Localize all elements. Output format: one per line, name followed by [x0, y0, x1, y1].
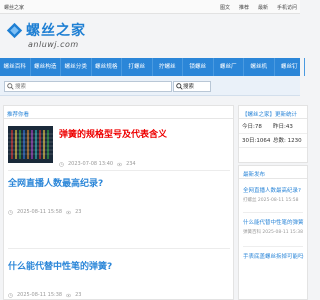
top-link-mobile[interactable]: 手机访问 [277, 4, 297, 11]
latest-item-title: 手表底盖螺丝拆掉可能吗 [243, 254, 304, 260]
stat-yesterday: 昨日:43 [273, 124, 293, 130]
article-date: 2025-08-11 15:58 [17, 209, 63, 215]
stats-heading: 【螺丝之家】更新统计 [239, 106, 307, 119]
search-input[interactable]: 搜索 [4, 81, 172, 92]
nav-item-screw-machine[interactable]: 螺丝机 [244, 58, 275, 76]
latest-item-meta: 打螺丝 2025-08-11 15:58 [243, 198, 299, 203]
latest-item[interactable]: 全网直播人数最高纪录? 打螺丝 2025-08-11 15:58 [243, 186, 301, 203]
clock-icon [8, 292, 13, 298]
article-views: 23 [75, 209, 82, 215]
latest-item-title: 全网直播人数最高纪录? [243, 188, 301, 194]
featured-date: 2023-07-08 13:40 [68, 161, 114, 167]
article-date: 2025-08-11 15:38 [17, 292, 63, 298]
eye-icon [66, 293, 72, 297]
nav-item-screw-factory[interactable]: 螺丝厂 [214, 58, 244, 76]
article-title[interactable]: 什么能代替中性笔的弹簧? [8, 259, 112, 272]
stats-panel: 【螺丝之家】更新统计 今日:78 昨日:43 30日:1064 总数: 1230 [238, 105, 308, 163]
search-button-icon [176, 83, 183, 90]
divider [243, 212, 303, 213]
eye-icon [117, 162, 123, 166]
featured-article-title[interactable]: 弹簧的规格型号及代表含义 [59, 127, 167, 140]
search-button-label: 搜索 [183, 84, 195, 90]
site-name: 螺丝之家 [4, 5, 25, 11]
nav-item-screw-types[interactable]: 螺丝分类 [61, 58, 92, 76]
article-views: 23 [75, 292, 82, 298]
site-logo[interactable]: 螺丝之家 anluwj.com [4, 18, 104, 54]
featured-article-meta: 2023-07-08 13:40 234 [59, 161, 136, 167]
stat-today: 今日:78 [242, 124, 262, 130]
divider [8, 170, 230, 171]
stats-row: 今日:78 昨日:43 [239, 120, 307, 134]
search-bar: 搜索 搜索 [0, 76, 300, 96]
article-title[interactable]: 全网直播人数最高纪录? [8, 176, 103, 189]
latest-item[interactable]: 什么能代替中性笔的弹簧 弹簧百科 2025-08-11 15:38 [243, 218, 304, 235]
nav-item-lock-screw[interactable]: 锁螺丝 [183, 58, 214, 76]
featured-views: 234 [126, 161, 136, 167]
latest-item[interactable]: 手表底盖螺丝拆掉可能吗 [243, 252, 304, 260]
latest-item-title: 什么能代替中性笔的弹簧 [243, 220, 304, 226]
nav-item-screw-structure[interactable]: 螺丝构造 [31, 58, 61, 76]
stats-row: 30日:1064 总数: 1230 [239, 134, 307, 148]
divider [8, 248, 230, 249]
featured-thumbnail[interactable] [8, 126, 53, 163]
clock-icon [59, 161, 64, 167]
logo-name: 螺丝之家 [26, 23, 86, 39]
top-links: 图文 推荐 最新 手机访问 [220, 4, 297, 11]
search-icon [7, 83, 14, 90]
divider [243, 246, 303, 247]
clock-icon [8, 209, 13, 215]
latest-heading: 最新发布 [239, 166, 307, 179]
latest-item-meta: 弹簧百科 2025-08-11 15:38 [243, 230, 303, 235]
nav-item-screw-nail[interactable]: 螺丝钉 [275, 58, 305, 76]
search-button[interactable]: 搜索 [173, 81, 211, 92]
eye-icon [66, 210, 72, 214]
springs-image [8, 126, 53, 163]
logo-screw-icon [6, 22, 23, 39]
article-meta: 2025-08-11 15:38 23 [8, 292, 81, 298]
article-meta: 2025-08-11 15:58 23 [8, 209, 81, 215]
top-link-images[interactable]: 图文 [220, 4, 230, 11]
top-link-latest[interactable]: 最新 [258, 4, 268, 11]
nav-item-screw-wiki[interactable]: 螺丝百科 [0, 58, 31, 76]
top-bar: 螺丝之家 图文 推荐 最新 手机访问 [0, 0, 300, 14]
nav-item-twist-screw[interactable]: 拧螺丝 [153, 58, 183, 76]
stats-table: 今日:78 昨日:43 30日:1064 总数: 1230 [239, 120, 307, 148]
stat-30-days: 30日:1064 [242, 138, 271, 144]
nav-item-drive-screw[interactable]: 打螺丝 [122, 58, 153, 76]
stat-total: 总数: 1230 [273, 138, 302, 144]
top-link-recommend[interactable]: 推荐 [239, 4, 249, 11]
recommend-panel: 推荐你看 弹簧的规格型号及代表含义 2023-07-08 13:40 234 全… [3, 105, 234, 300]
main-nav: 螺丝百科 螺丝构造 螺丝分类 螺丝规格 打螺丝 拧螺丝 锁螺丝 螺丝厂 螺丝机 … [0, 58, 305, 76]
latest-panel: 最新发布 全网直播人数最高纪录? 打螺丝 2025-08-11 15:58 什么… [238, 165, 308, 300]
nav-item-screw-specs[interactable]: 螺丝规格 [92, 58, 122, 76]
recommend-heading: 推荐你看 [4, 106, 233, 119]
search-placeholder: 搜索 [15, 84, 27, 90]
logo-domain: anluwj.com [28, 40, 79, 49]
